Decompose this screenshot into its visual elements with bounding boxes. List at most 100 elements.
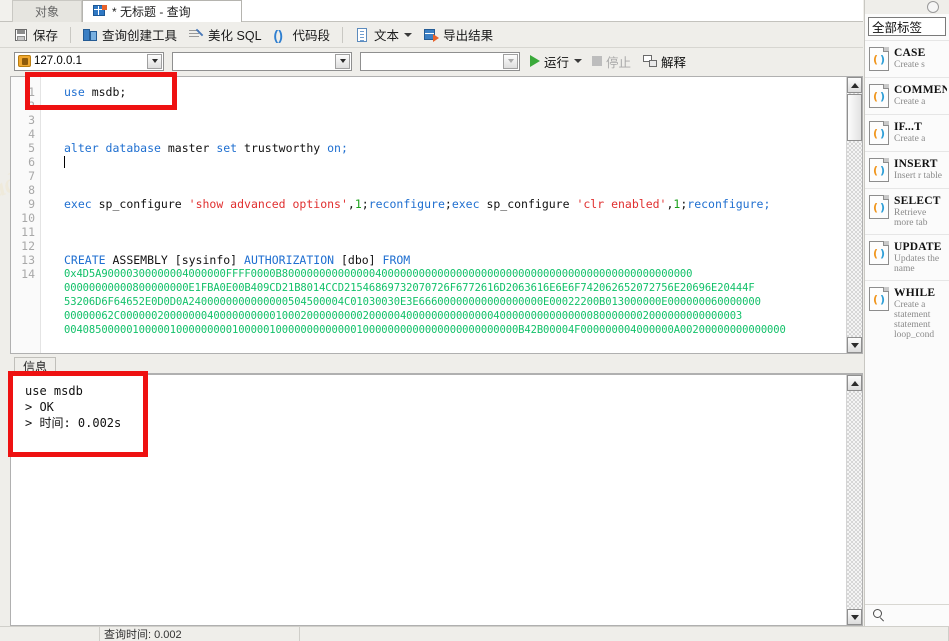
run-button[interactable]: 运行 — [530, 52, 583, 71]
snippet-title: IF...T — [894, 121, 922, 133]
line-number: 10 — [21, 211, 35, 225]
editor-vertical-scrollbar[interactable] — [846, 77, 862, 353]
snippet-description: Insert r table — [894, 171, 943, 181]
sqlyog-query-window: adlab adlab adlab adlab adlab adlab adla… — [0, 0, 949, 641]
text-mode-button[interactable]: 文本 — [349, 24, 418, 46]
save-icon — [14, 28, 29, 42]
explain-icon — [643, 54, 658, 68]
snippet-description: Updates the name — [894, 254, 940, 274]
snippet-item[interactable]: () UPDATE Updates the name — [865, 234, 949, 280]
database-select[interactable] — [172, 51, 352, 71]
code-snippet-icon: () — [869, 121, 889, 145]
code-line: alter database master set trustworthy on… — [64, 141, 348, 155]
line-number: 3 — [28, 113, 35, 127]
snippet-item[interactable]: () INSERT Insert r table — [865, 151, 949, 188]
snippet-item[interactable]: () WHILE Create a statement statement loop… — [865, 280, 949, 346]
snippet-item[interactable]: () COMMEN Create a — [865, 77, 949, 114]
export-icon — [424, 28, 440, 42]
scrollbar-thumb[interactable] — [847, 94, 862, 141]
results-scroll-down-button[interactable] — [847, 609, 862, 625]
beautify-icon — [189, 28, 204, 42]
beautify-sql-label: 美化 SQL — [208, 29, 262, 43]
document-icon — [355, 27, 370, 42]
tag-filter-select[interactable]: 全部标签 — [868, 17, 946, 36]
status-query-time-label: 查询时间: 0.002 — [104, 629, 182, 641]
database-icon — [18, 55, 31, 67]
snippet-sidebar: 全部标签 () CASE Create s() COMMEN Create a () IF.… — [864, 0, 949, 641]
server-select-arrow[interactable] — [147, 53, 162, 69]
query-toolbar: 保存 查询创建工具 美化 SQL () 代码段 文本 导出结果 — [0, 22, 863, 48]
scroll-up-button[interactable] — [847, 77, 862, 93]
snippet-label: 代码段 — [292, 29, 331, 43]
hex-blob-row: 0040850000010000010000000001000001000000… — [64, 324, 786, 336]
tab-untitled-query-label: * 无标题 - 查询 — [112, 5, 191, 19]
results-tab-strip: 信息 — [10, 357, 863, 374]
snippet-description: Create a statement statement loop_cond — [894, 300, 935, 340]
sidebar-circle-icon[interactable] — [927, 1, 939, 13]
line-number: 6 — [28, 155, 35, 169]
snippet-item[interactable]: () CASE Create s — [865, 40, 949, 77]
export-results-label: 导出结果 — [443, 29, 494, 43]
run-button-label: 运行 — [544, 55, 570, 70]
hex-blob-row: 00000000000800000000E1FBA0E00B409CD21B80… — [64, 282, 755, 294]
line-number: 7 — [28, 169, 35, 183]
line-number: 4 — [28, 127, 35, 141]
results-output-text: use msdb > OK > 时间: 0.002s — [25, 384, 122, 430]
explain-button-label: 解释 — [661, 55, 687, 70]
editor-gutter: 1 2 3 4 5 6 7 8 9 10 11 12 13 14 — [11, 77, 41, 353]
snippet-description: Retrieve more tab — [894, 208, 928, 228]
query-builder-label: 查询创建工具 — [102, 29, 178, 43]
scroll-down-button[interactable] — [847, 337, 862, 353]
snippet-button[interactable]: () 代码段 — [268, 24, 337, 46]
save-button-label: 保存 — [33, 29, 59, 43]
export-results-button[interactable]: 导出结果 — [418, 24, 499, 46]
snippet-title: COMMEN — [894, 84, 947, 96]
snippet-item[interactable]: () IF...T Create a — [865, 114, 949, 151]
connection-bar: 127.0.0.1 运行 停止 解释 — [0, 48, 863, 74]
query-builder-button[interactable]: 查询创建工具 — [77, 24, 183, 46]
save-button[interactable]: 保存 — [8, 24, 64, 46]
beautify-sql-button[interactable]: 美化 SQL — [183, 24, 268, 46]
run-chevron-down-icon[interactable] — [574, 59, 583, 63]
server-select[interactable]: 127.0.0.1 — [14, 51, 164, 71]
snippet-search[interactable] — [865, 604, 949, 626]
snippet-text: WHILE Create a statement statement loop_c… — [894, 287, 947, 340]
sidebar-header — [865, 0, 949, 14]
tab-message[interactable]: 信息 — [14, 357, 57, 374]
code-snippet-icon: () — [869, 287, 889, 311]
server-select-value: 127.0.0.1 — [34, 55, 82, 67]
results-scroll-up-button[interactable] — [847, 375, 862, 391]
status-cell-1 — [0, 626, 100, 641]
line-number: 12 — [21, 239, 35, 253]
line-number: 9 — [28, 197, 35, 211]
snippet-description: Create s — [894, 60, 925, 70]
explain-button[interactable]: 解释 — [643, 52, 686, 71]
tab-untitled-query[interactable]: * 无标题 - 查询 — [82, 0, 242, 22]
database-select-arrow[interactable] — [335, 53, 350, 69]
results-vertical-scrollbar[interactable] — [846, 375, 862, 625]
schema-select-arrow[interactable] — [503, 53, 518, 69]
sql-editor[interactable]: 1 2 3 4 5 6 7 8 9 10 11 12 13 14 use msdb; alter datab… — [10, 76, 863, 354]
hex-blob-row: 0x4D5A90000300000004000000FFFF0000B80000… — [64, 268, 693, 280]
toolbar-separator — [70, 26, 72, 43]
query-builder-icon — [83, 28, 98, 42]
results-panel[interactable]: use msdb > OK > 时间: 0.002s — [10, 374, 863, 626]
stop-button: 停止 — [592, 52, 631, 71]
code-line: CREATE ASSEMBLY [sysinfo] AUTHORIZATION … — [64, 253, 411, 267]
text-cursor — [64, 156, 65, 168]
line-number: 13 — [21, 253, 35, 267]
snippet-title: UPDATE — [894, 241, 942, 253]
toolbar-separator — [342, 26, 344, 43]
snippet-text: INSERT Insert r table — [894, 158, 942, 181]
chevron-down-icon[interactable] — [404, 32, 413, 37]
code-snippet-icon: () — [869, 47, 889, 71]
snippet-item[interactable]: () SELECT Retrieve more tab — [865, 188, 949, 234]
snippet-title: WHILE — [894, 287, 936, 299]
scrollbar-track[interactable] — [847, 391, 862, 609]
schema-select[interactable] — [360, 51, 520, 71]
editor-code-area[interactable]: use msdb; alter database master set trust… — [42, 77, 847, 353]
line-number: 14 — [21, 267, 35, 281]
code-snippet-icon: () — [869, 195, 889, 219]
tab-objects[interactable]: 对象 — [12, 0, 82, 22]
search-icon — [873, 609, 886, 622]
